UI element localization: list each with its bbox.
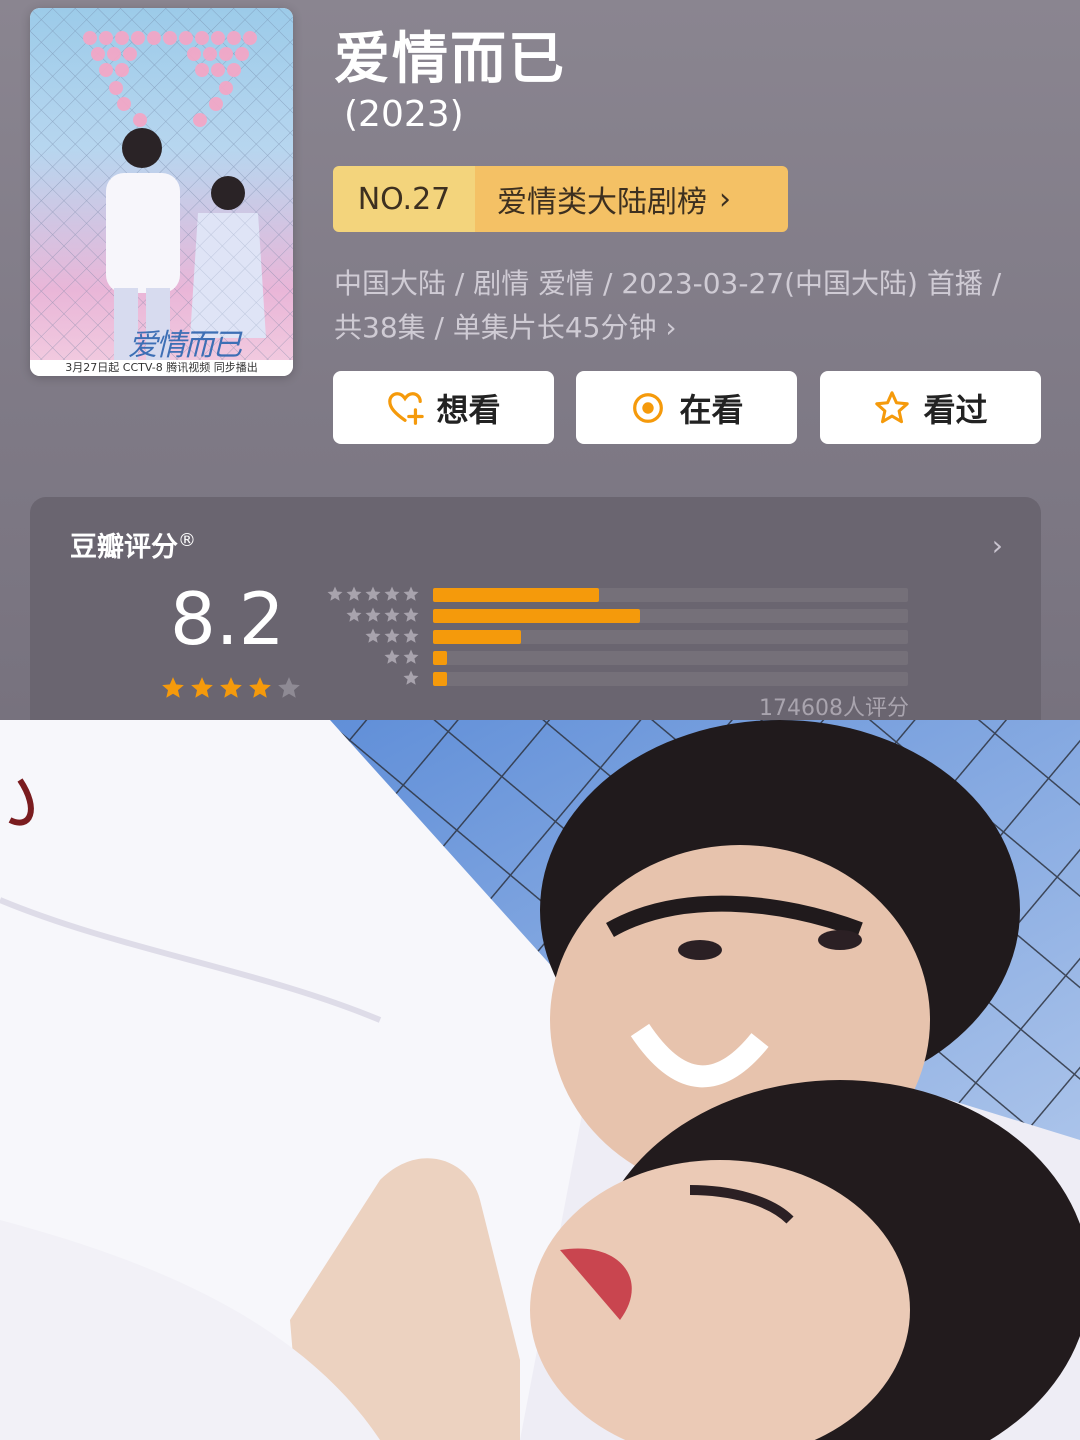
rating-bar-track xyxy=(433,588,908,602)
rating-row-2-star xyxy=(326,648,926,668)
row-stars xyxy=(345,606,420,624)
show-year: (2023) xyxy=(344,94,464,135)
star-small-icon xyxy=(403,586,419,601)
rating-title-text: 豆瓣评分 xyxy=(70,532,178,563)
star-small-icon xyxy=(365,586,381,601)
star-outline-icon xyxy=(875,390,910,423)
ranking-list-name: 爱情类大陆剧榜 xyxy=(497,185,707,220)
star-small-icon xyxy=(327,586,343,601)
rating-bar-fill xyxy=(433,651,448,665)
star-small-icon xyxy=(384,607,400,622)
ranking-list-link[interactable]: 爱情类大陆剧榜 › xyxy=(475,166,788,232)
star-small-icon xyxy=(346,586,362,601)
rating-card[interactable]: 豆瓣评分® › 8.2 174608人评分 xyxy=(30,497,1041,721)
rating-bar-fill xyxy=(433,630,521,644)
rating-row-5-star xyxy=(326,585,926,605)
meta-line-2: 共38集 / 单集片长45分钟 › xyxy=(334,311,677,344)
star-small-icon xyxy=(365,607,381,622)
rating-bar-track xyxy=(433,672,908,686)
star-small-icon xyxy=(365,628,381,643)
ranking-number: NO.27 xyxy=(333,166,475,232)
watching-label: 在看 xyxy=(679,390,744,429)
rating-count: 174608人评分 xyxy=(759,696,909,721)
promo-photo xyxy=(0,720,1080,1440)
star-small-icon xyxy=(384,628,400,643)
star-small-icon xyxy=(346,607,362,622)
poster-illustration xyxy=(30,8,293,360)
poster-art xyxy=(30,8,293,360)
rating-stars xyxy=(160,675,302,701)
rating-bar-fill xyxy=(433,588,600,602)
star-small-icon xyxy=(384,586,400,601)
meta-line-1: 中国大陆 / 剧情 爱情 / 2023-03-27(中国大陆) 首播 / xyxy=(334,267,1002,300)
rating-score: 8.2 xyxy=(170,577,285,661)
chevron-right-icon: › xyxy=(719,181,731,217)
action-buttons: 想看 在看 看过 xyxy=(333,371,1041,444)
header-area: 爱情而已 3月27日起 CCTV-8 腾讯视频 同步播出 爱情而已 (2023)… xyxy=(0,0,1080,721)
star-filled-icon xyxy=(249,677,271,698)
watched-label: 看过 xyxy=(923,390,988,429)
star-small-icon xyxy=(403,649,419,664)
star-small-icon xyxy=(403,607,419,622)
row-stars xyxy=(364,627,420,645)
star-small-icon xyxy=(403,670,419,685)
star-empty-icon xyxy=(278,677,300,698)
rating-bar-fill xyxy=(433,672,448,686)
row-stars xyxy=(326,585,420,603)
poster-logo: 爱情而已 xyxy=(128,328,242,363)
row-stars xyxy=(383,648,420,666)
target-dot-icon xyxy=(633,392,664,423)
watching-button[interactable]: 在看 xyxy=(576,371,797,444)
poster-footer-text: 3月27日起 CCTV-8 腾讯视频 同步播出 xyxy=(30,360,293,376)
rating-row-1-star xyxy=(326,669,926,689)
rating-bar-fill xyxy=(433,609,640,623)
ranking-badge[interactable]: NO.27 爱情类大陆剧榜 › xyxy=(333,166,788,232)
rating-bar-track xyxy=(433,651,908,665)
chevron-right-icon[interactable]: › xyxy=(992,529,1003,562)
want-to-watch-label: 想看 xyxy=(436,390,501,429)
watched-button[interactable]: 看过 xyxy=(820,371,1041,444)
star-small-icon xyxy=(384,649,400,664)
promo-photo-illustration xyxy=(0,720,1080,1440)
star-small-icon xyxy=(403,628,419,643)
rating-title: 豆瓣评分® xyxy=(70,525,196,564)
rating-row-3-star xyxy=(326,627,926,647)
rating-bar-track xyxy=(433,630,908,644)
poster-image[interactable]: 爱情而已 3月27日起 CCTV-8 腾讯视频 同步播出 xyxy=(30,8,293,376)
star-filled-icon xyxy=(220,677,242,698)
star-filled-icon xyxy=(191,677,213,698)
want-to-watch-button[interactable]: 想看 xyxy=(333,371,554,444)
rating-row-4-star xyxy=(326,606,926,626)
registered-mark: ® xyxy=(178,530,196,551)
rating-bar-track xyxy=(433,609,908,623)
row-stars xyxy=(402,669,420,687)
star-filled-icon xyxy=(162,677,184,698)
show-meta-info[interactable]: 中国大陆 / 剧情 爱情 / 2023-03-27(中国大陆) 首播 / 共38… xyxy=(334,262,1054,350)
show-title: 爱情而已 xyxy=(334,27,566,92)
heart-plus-icon xyxy=(388,391,425,425)
